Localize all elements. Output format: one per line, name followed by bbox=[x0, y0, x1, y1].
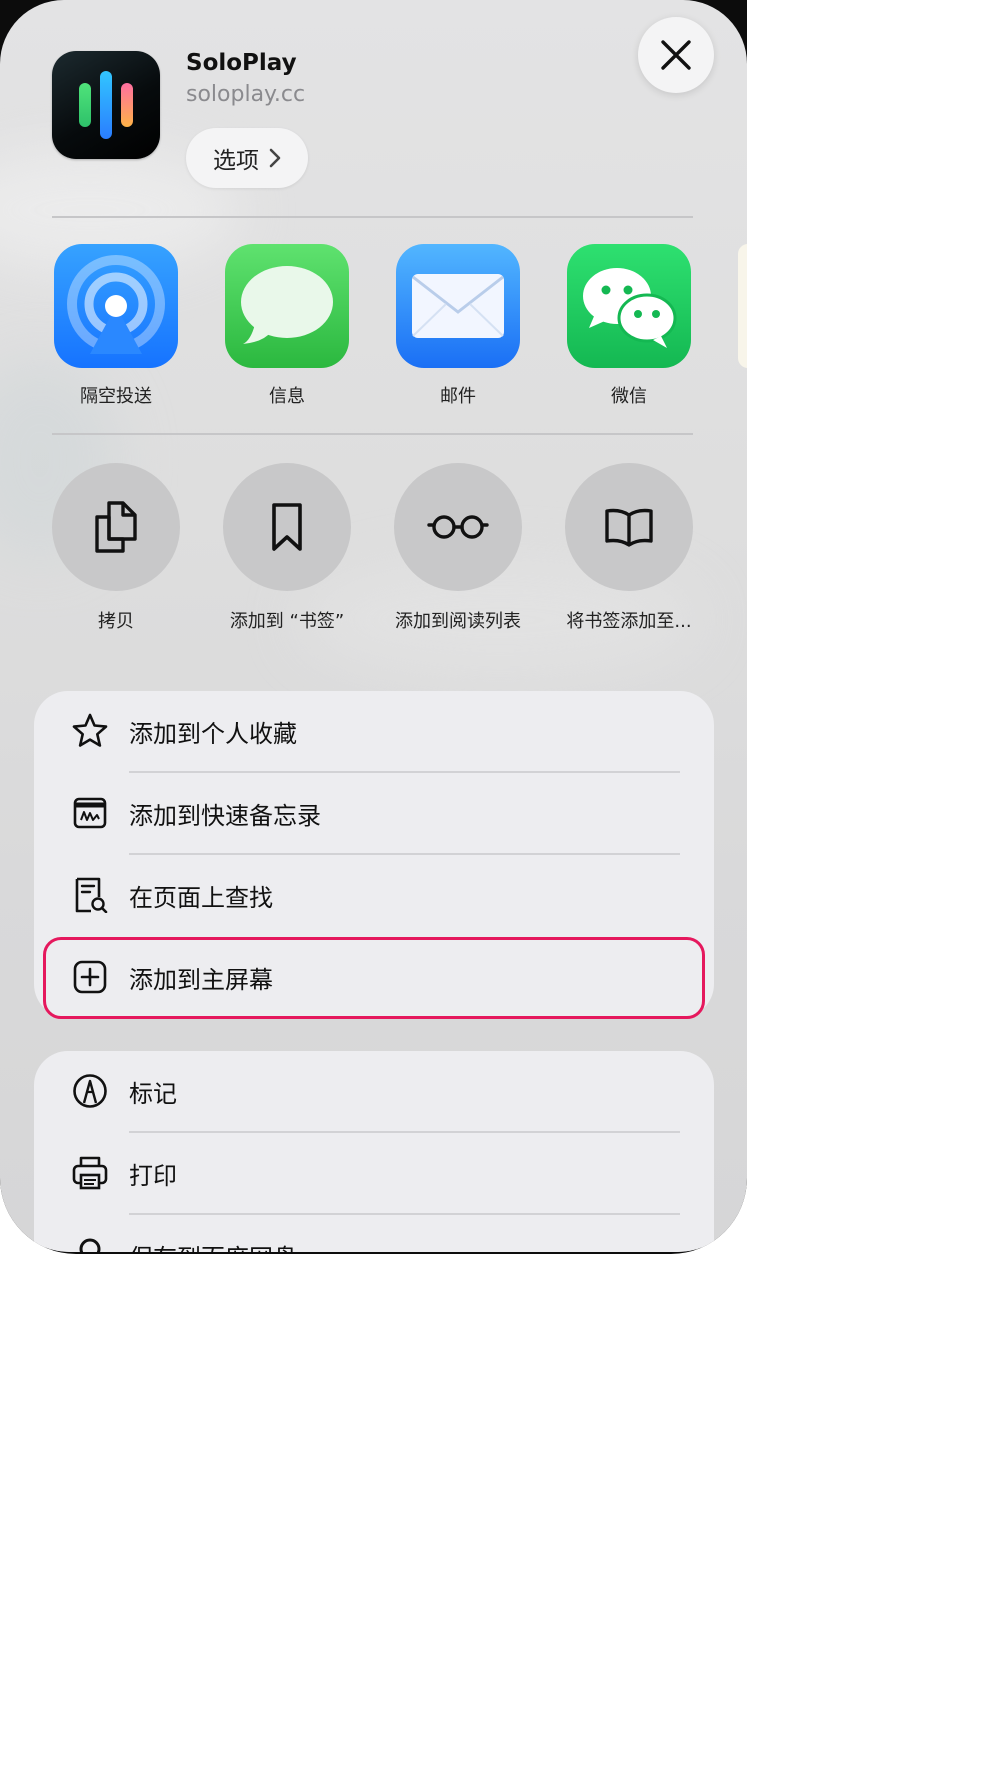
menu-item-add-to-home-screen[interactable]: 添加到主屏幕 bbox=[34, 937, 714, 1017]
airdrop-icon bbox=[54, 244, 178, 368]
printer-icon bbox=[72, 1156, 108, 1190]
action-copy[interactable]: 拷贝 bbox=[41, 463, 191, 633]
app-icon bbox=[52, 51, 160, 159]
action-label: 添加到阅读列表 bbox=[395, 611, 521, 632]
wechat-icon bbox=[567, 244, 691, 368]
share-app-messages[interactable]: 信息 bbox=[222, 244, 352, 408]
device-frame: SoloPlay soloplay.cc 选项 隔空投送 信息 邮件 微信 拷贝… bbox=[0, 0, 747, 1254]
apps-divider bbox=[52, 433, 693, 435]
find-on-page-icon bbox=[75, 877, 108, 913]
menu-item-find-on-page[interactable]: 在页面上查找 bbox=[34, 855, 714, 935]
mail-icon bbox=[396, 244, 520, 368]
menu-item-markup[interactable]: 标记 bbox=[34, 1051, 714, 1131]
action-label: 添加到 “书签” bbox=[229, 611, 345, 632]
menu-item-quick-note[interactable]: 添加到快速备忘录 bbox=[34, 773, 714, 853]
app-url: soloplay.cc bbox=[186, 82, 306, 107]
share-app-airdrop[interactable]: 隔空投送 bbox=[51, 244, 181, 408]
menu-item-label: 添加到主屏幕 bbox=[129, 966, 273, 994]
share-app-label: 隔空投送 bbox=[80, 386, 152, 407]
menu-item-label: 添加到快速备忘录 bbox=[129, 802, 321, 830]
share-app-label: 信息 bbox=[269, 386, 305, 407]
copy-icon bbox=[95, 501, 137, 553]
menu-group-secondary: 标记 打印 保存到百度网盘 bbox=[34, 1051, 714, 1252]
star-icon bbox=[72, 713, 108, 747]
options-button[interactable]: 选项 bbox=[186, 128, 308, 188]
action-reading-list[interactable]: 添加到阅读列表 bbox=[383, 463, 533, 633]
header-divider bbox=[52, 216, 693, 218]
menu-group-primary: 添加到个人收藏 添加到快速备忘录 在页面上查找 添加到主屏幕 bbox=[34, 691, 714, 1018]
chevron-right-icon bbox=[269, 148, 281, 168]
share-app-label: 微信 bbox=[611, 386, 647, 407]
baidu-pan-icon bbox=[79, 1238, 101, 1252]
book-icon bbox=[605, 508, 653, 547]
messages-icon bbox=[225, 244, 349, 368]
share-app-mail[interactable]: 邮件 bbox=[393, 244, 523, 408]
share-app-partial[interactable] bbox=[738, 244, 747, 368]
options-label: 选项 bbox=[213, 148, 259, 174]
quick-note-icon bbox=[73, 797, 107, 829]
action-label: 拷贝 bbox=[98, 611, 134, 632]
menu-item-label: 添加到个人收藏 bbox=[129, 720, 297, 748]
action-add-bookmark[interactable]: 添加到 “书签” bbox=[212, 463, 362, 633]
share-app-wechat[interactable]: 微信 bbox=[564, 244, 694, 408]
markup-icon bbox=[73, 1074, 107, 1108]
menu-item-label: 在页面上查找 bbox=[129, 884, 273, 912]
menu-item-label: 打印 bbox=[129, 1162, 177, 1190]
menu-item-save-baidu[interactable]: 保存到百度网盘 bbox=[34, 1215, 714, 1252]
menu-item-print[interactable]: 打印 bbox=[34, 1133, 714, 1213]
share-app-label: 邮件 bbox=[440, 386, 476, 407]
menu-item-label: 保存到百度网盘 bbox=[129, 1238, 297, 1252]
menu-item-add-favorites[interactable]: 添加到个人收藏 bbox=[34, 691, 714, 771]
bookmark-icon bbox=[272, 503, 302, 551]
glasses-icon bbox=[427, 515, 489, 539]
share-sheet: SoloPlay soloplay.cc 选项 隔空投送 信息 邮件 微信 拷贝… bbox=[0, 0, 747, 1252]
app-name: SoloPlay bbox=[186, 50, 297, 76]
menu-item-label: 标记 bbox=[129, 1080, 177, 1108]
add-square-icon bbox=[73, 960, 107, 994]
action-label: 将书签添加至... bbox=[566, 611, 692, 632]
close-button[interactable] bbox=[638, 17, 714, 93]
action-add-bookmark-to[interactable]: 将书签添加至... bbox=[554, 463, 704, 633]
close-icon bbox=[661, 40, 691, 70]
